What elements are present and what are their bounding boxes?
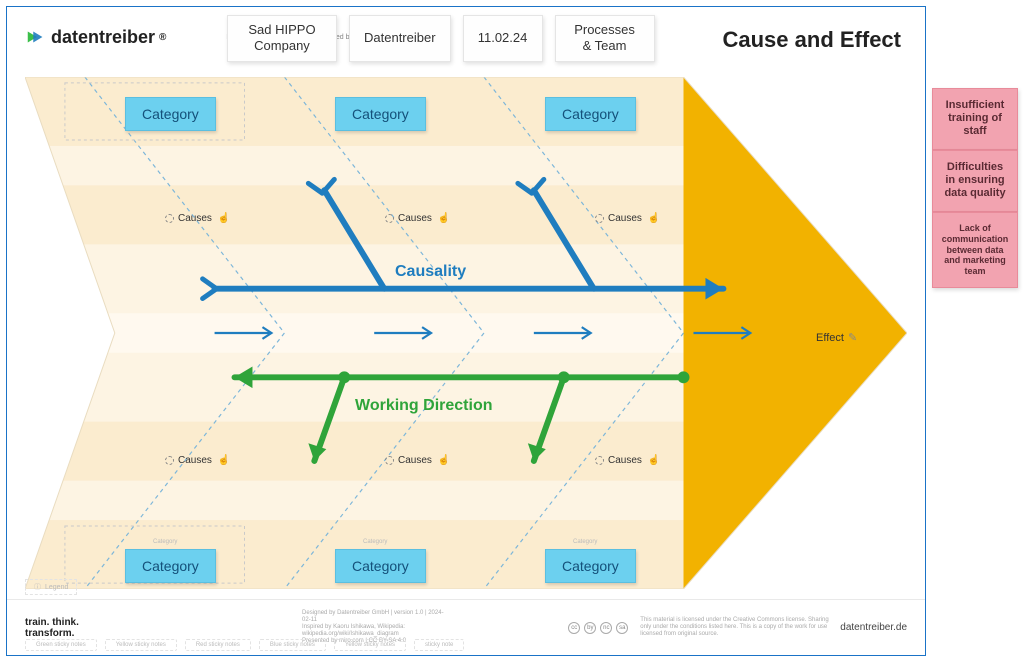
causes-label-bottom-2: Causes: [385, 455, 450, 466]
category-sticky-bottom-3[interactable]: Category: [545, 549, 636, 583]
category-sticky-top-1[interactable]: Category: [125, 97, 216, 131]
effect-label: Effect ✎: [805, 331, 857, 344]
causes-label-top-2: Causes: [385, 213, 450, 224]
category-sticky-bottom-1[interactable]: Category: [125, 549, 216, 583]
cc-icon: cc: [568, 622, 580, 634]
footer-tagline: train. think. transform.: [25, 617, 102, 639]
tiny-category-3: Category: [573, 539, 597, 545]
category-sticky-bottom-2[interactable]: Category: [335, 549, 426, 583]
brand-suffix: ®: [159, 32, 166, 43]
causes-label-bottom-1: Causes: [165, 455, 230, 466]
card-date[interactable]: 11.02.24: [463, 15, 543, 62]
canvas-frame: datentreiber® Designed for Designed by D…: [6, 6, 926, 656]
header: datentreiber® Designed for Designed by D…: [7, 7, 925, 67]
pencil-icon: ✎: [848, 331, 857, 344]
side-note-1[interactable]: Insufficient training of staff: [932, 88, 1018, 150]
footer-tab[interactable]: Green sticky notes: [25, 639, 97, 651]
working-direction-label: Working Direction: [355, 397, 493, 415]
fishbone-svg: [25, 77, 907, 589]
page-title: Cause and Effect: [723, 27, 902, 53]
cc-icons: cc by nc sa: [568, 622, 628, 634]
brand-name: datentreiber: [51, 27, 155, 48]
causality-label: Causality: [395, 263, 466, 281]
card-designed-by[interactable]: Datentreiber: [349, 15, 451, 62]
tiny-category-1: Category: [153, 539, 177, 545]
cc-nc-icon: nc: [600, 622, 612, 634]
footer-tab[interactable]: Yellow sticky notes: [105, 639, 177, 651]
footer-tabs: Green sticky notes Yellow sticky notes R…: [25, 639, 464, 651]
category-sticky-top-2[interactable]: Category: [335, 97, 426, 131]
footer-license: This material is licensed under the Crea…: [640, 617, 840, 639]
cc-by-icon: by: [584, 622, 596, 634]
legend-label: Legend: [45, 584, 68, 591]
brand-logo: datentreiber ®: [25, 26, 166, 48]
effect-text: Effect: [816, 332, 844, 344]
causes-label-top-3: Causes: [595, 213, 660, 224]
causes-label-bottom-3: Causes: [595, 455, 660, 466]
footer-tab[interactable]: Yellow sticky notes: [334, 639, 406, 651]
card-designed-for[interactable]: Sad HIPPO Company: [227, 15, 337, 62]
causes-label-top-1: Causes: [165, 213, 230, 224]
legend-box: ⓘLegend: [25, 579, 77, 595]
cc-sa-icon: sa: [616, 622, 628, 634]
footer-tab[interactable]: Red sticky notes: [185, 639, 251, 651]
footer-tab[interactable]: sticky note: [414, 639, 464, 651]
tiny-category-2: Category: [363, 539, 387, 545]
side-note-3[interactable]: Lack of communication between data and m…: [932, 212, 1018, 288]
fishbone-diagram[interactable]: Category Category Category Category Cate…: [25, 77, 907, 589]
card-focused-on[interactable]: Processes & Team: [555, 15, 655, 62]
side-note-2[interactable]: Difficulties in ensuring data quality: [932, 150, 1018, 212]
category-sticky-top-3[interactable]: Category: [545, 97, 636, 131]
logo-icon: [25, 26, 47, 48]
footer-tab[interactable]: Blue sticky notes: [259, 639, 326, 651]
footer-site: datentreiber.de: [840, 622, 907, 633]
header-cards: Sad HIPPO Company Datentreiber 11.02.24 …: [227, 15, 655, 62]
